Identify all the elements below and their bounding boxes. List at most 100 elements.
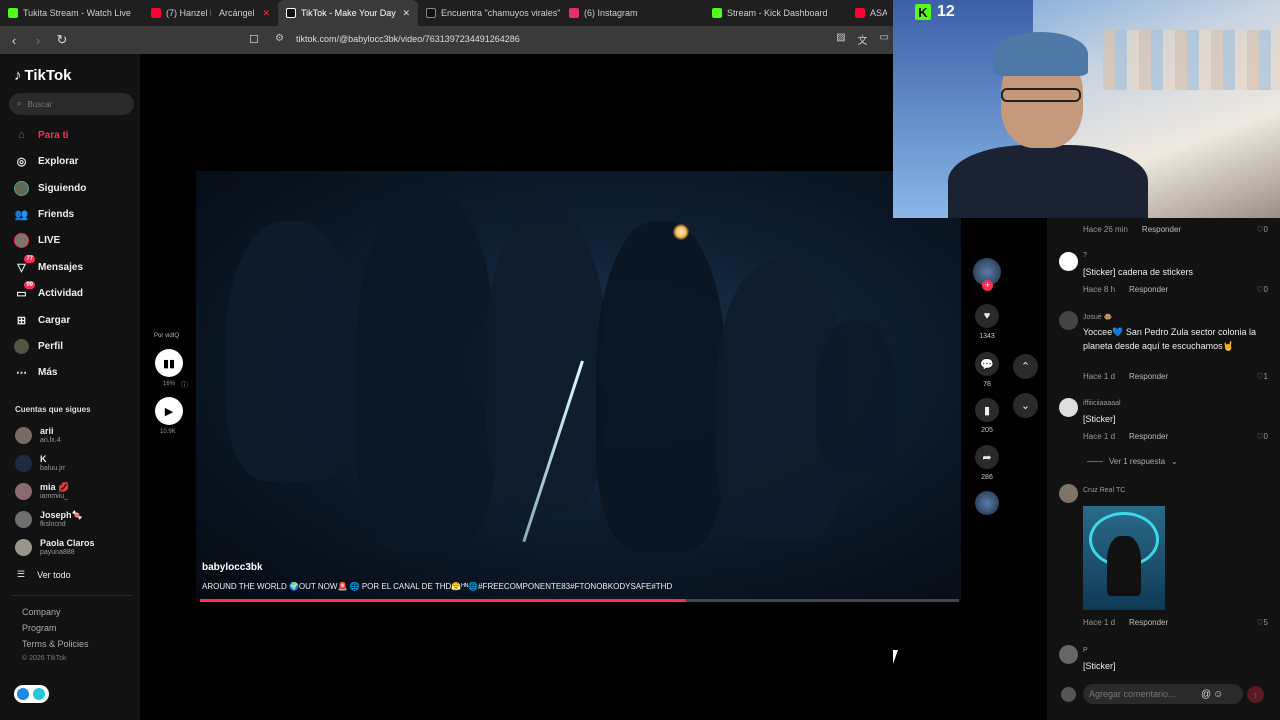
comment-like-button[interactable]: ♡0: [1256, 285, 1268, 294]
search-input[interactable]: [27, 99, 118, 109]
kick-logo-icon: K: [915, 4, 931, 20]
video-player[interactable]: [196, 171, 961, 601]
save-button[interactable]: ▮ 205: [972, 398, 1002, 434]
video-figure: [226, 221, 356, 481]
following-account[interactable]: Kbaluu.jrr: [15, 452, 65, 474]
avatar[interactable]: [1059, 311, 1078, 330]
menu-item-explorar[interactable]: ◎ Explorar: [14, 152, 79, 170]
info-icon[interactable]: ⓘ: [181, 380, 188, 390]
account-name: K: [40, 453, 47, 464]
share-button[interactable]: ➦ 286: [972, 445, 1002, 481]
extension-toggle[interactable]: [14, 685, 49, 703]
like-button[interactable]: ♥ 1343: [972, 304, 1002, 340]
comment-input[interactable]: [1089, 689, 1199, 699]
browser-tab[interactable]: Stream - Kick Dashboard: [704, 0, 847, 26]
menu-item-perfil[interactable]: Perfil: [14, 337, 63, 355]
browser-tab[interactable]: ASA: [847, 0, 887, 26]
comment-like-button[interactable]: ♡0: [1256, 225, 1268, 234]
menu-item-siguiendo[interactable]: Siguiendo: [14, 179, 86, 197]
no-tracking-icon[interactable]: ▨: [836, 32, 845, 47]
comment-like-button[interactable]: ♡1: [1256, 372, 1268, 381]
reply-button[interactable]: Responder: [1129, 285, 1168, 294]
comment-username[interactable]: P: [1083, 647, 1088, 654]
comment-like-count: 5: [1263, 618, 1268, 627]
following-account[interactable]: Paola Claros payuna888: [15, 536, 95, 558]
play-button[interactable]: ▶: [155, 397, 183, 425]
see-all-button[interactable]: ☰ Ver todo: [17, 569, 71, 580]
comment-like-button[interactable]: ♡0: [1256, 432, 1268, 441]
search-icon: ⌕: [17, 99, 22, 108]
close-tab-icon[interactable]: ✕: [262, 8, 270, 19]
search-box[interactable]: ⌕: [9, 93, 134, 115]
close-tab-icon[interactable]: ✕: [402, 8, 410, 19]
view-replies-button[interactable]: Ver 1 respuesta ⌄: [1087, 457, 1178, 466]
footer-link-company[interactable]: Company: [22, 607, 61, 617]
comment-username[interactable]: ?: [1083, 252, 1087, 259]
reply-button[interactable]: Responder: [1129, 432, 1168, 441]
browser-tab[interactable]: (7) Hanzel La H: [143, 0, 211, 26]
menu-item-friends[interactable]: 👥 Friends: [14, 205, 74, 223]
tiktok-logo[interactable]: ♪ TikTok: [14, 67, 71, 84]
comment-username[interactable]: Cruz Real TC: [1083, 487, 1125, 494]
bookmark-icon[interactable]: ☐: [249, 33, 259, 46]
footer-link-program[interactable]: Program: [22, 623, 57, 633]
browser-tab[interactable]: Encuentra "chamuyos virales": [418, 0, 561, 26]
avatar[interactable]: [1059, 252, 1078, 271]
reply-button[interactable]: Responder: [1142, 225, 1181, 234]
reload-icon[interactable]: ↻: [52, 30, 72, 50]
menu-item-mensajes[interactable]: ▽ 77 Mensajes: [14, 254, 83, 276]
emoji-icon[interactable]: ☺: [1213, 689, 1223, 700]
following-account[interactable]: mia 💋 iammiiu_: [15, 480, 69, 502]
address-bar: ‹ › ↻ ☐ ⚙ tiktok.com/@babylocc3bk/video/…: [0, 26, 893, 54]
account-handle: payuna888: [40, 548, 75, 556]
comment-username[interactable]: iffiiiciiaaaaal: [1083, 400, 1121, 407]
back-icon[interactable]: ‹: [4, 30, 24, 50]
menu-item-actividad[interactable]: ▭ 99 Actividad: [14, 280, 83, 302]
mention-icon[interactable]: @: [1201, 689, 1211, 700]
avatar[interactable]: [1059, 645, 1078, 664]
forward-icon[interactable]: ›: [28, 30, 48, 50]
menu-item-mas[interactable]: ⋯ Más: [14, 363, 57, 381]
cast-icon[interactable]: ▭: [880, 32, 889, 47]
messages-icon: ▽ 77: [17, 254, 35, 274]
send-comment-button[interactable]: ↑: [1247, 686, 1264, 703]
power-icon: [33, 688, 45, 700]
following-account[interactable]: arii ari.lx.4: [15, 424, 61, 446]
menu-label: Cargar: [38, 314, 71, 326]
comment-button[interactable]: 💬 78: [972, 352, 1002, 388]
comment-sticker-image[interactable]: [1083, 506, 1165, 610]
following-account[interactable]: Joseph🍬 fkslncnd: [15, 508, 83, 530]
translate-icon[interactable]: 文: [858, 32, 868, 47]
follow-plus-icon[interactable]: +: [982, 280, 993, 291]
reply-button[interactable]: Responder: [1129, 618, 1168, 627]
comment-meta: Hace 1 d Responder: [1083, 618, 1168, 627]
browser-tab[interactable]: Arcángel ✕: [211, 0, 278, 26]
browser-tab-active[interactable]: TikTok - Make Your Day ✕: [278, 0, 418, 26]
menu-item-live[interactable]: LIVE: [14, 231, 60, 249]
bookmark-icon: ▮: [975, 398, 999, 422]
avatar[interactable]: [1059, 484, 1078, 503]
menu-item-cargar[interactable]: ⊞ Cargar: [14, 311, 70, 329]
home-icon: ⌂: [18, 129, 25, 141]
upload-icon: ⊞: [16, 314, 27, 327]
url-field[interactable]: tiktok.com/@babylocc3bk/video/7631397234…: [296, 34, 520, 44]
reply-button[interactable]: Responder: [1129, 372, 1168, 381]
copyright: © 2026 TikTok: [22, 655, 67, 662]
comment-like-button[interactable]: ♡5: [1256, 618, 1268, 627]
menu-item-para-ti[interactable]: ⌂ Para ti: [14, 126, 68, 144]
site-info-icon[interactable]: ⚙: [275, 33, 284, 44]
comment-input-box[interactable]: @ ☺: [1083, 684, 1243, 704]
brand-name: TikTok: [24, 67, 72, 84]
comment-text: Yoccee💙 San Pedro Zula sector colonia la…: [1083, 327, 1256, 351]
avatar[interactable]: [1059, 398, 1078, 417]
video-progress-bar[interactable]: [200, 599, 959, 602]
vidiq-stats-button[interactable]: ▮▮: [155, 349, 183, 377]
previous-video-button[interactable]: ⌃: [1013, 354, 1038, 379]
badge-count: 99: [24, 280, 35, 289]
browser-tab[interactable]: (6) Instagram: [561, 0, 704, 26]
browser-tab[interactable]: Tukita Stream - Watch Live: [0, 0, 143, 26]
next-video-button[interactable]: ⌄: [1013, 393, 1038, 418]
footer-link-terms[interactable]: Terms & Policies: [22, 639, 89, 649]
comment-username[interactable]: Josué 🐵: [1083, 313, 1112, 321]
video-username[interactable]: babylocc3bk: [202, 562, 263, 573]
